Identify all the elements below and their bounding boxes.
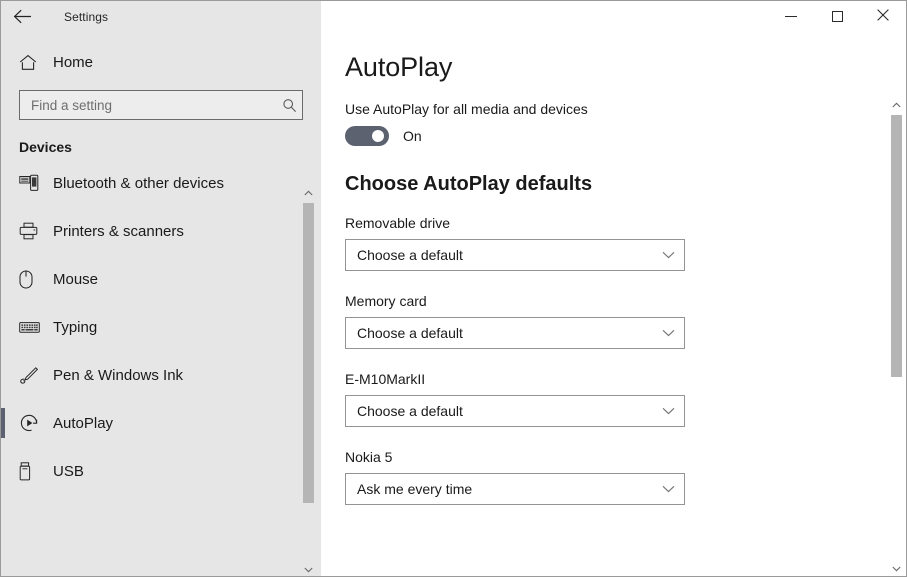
sidebar-item-label: Mouse — [53, 270, 99, 288]
search-input[interactable] — [20, 91, 276, 119]
main-scrollbar[interactable] — [888, 95, 905, 576]
window-title: Settings — [64, 9, 109, 24]
mouse-icon — [19, 269, 41, 289]
title-bar-left: Settings — [1, 1, 321, 32]
sidebar-item-usb[interactable]: USB — [1, 447, 321, 495]
sidebar-item-label: Printers & scanners — [53, 222, 184, 240]
dropdown-value: Choose a default — [357, 325, 463, 341]
chevron-down-icon — [662, 485, 675, 493]
field-label: Memory card — [345, 293, 427, 309]
sidebar-item-label: Bluetooth & other devices — [53, 174, 224, 192]
autoplay-toggle-switch[interactable] — [345, 126, 389, 146]
autoplay-icon — [19, 413, 41, 433]
sidebar-item-pen-windows-ink[interactable]: Pen & Windows Ink — [1, 351, 321, 399]
minimize-button[interactable] — [768, 1, 814, 32]
sidebar-item-label: AutoPlay — [53, 414, 114, 432]
chevron-down-icon — [892, 559, 901, 577]
sidebar-scroll-up-button[interactable] — [300, 183, 317, 200]
sidebar-item-label: USB — [53, 462, 84, 480]
sidebar-item-label: Typing — [53, 318, 98, 336]
bluetooth-devices-icon — [19, 174, 41, 192]
chevron-down-icon — [662, 251, 675, 259]
main-content: AutoPlay Use AutoPlay for all media and … — [321, 32, 906, 576]
chevron-down-icon — [304, 560, 313, 577]
removable-drive-dropdown[interactable]: Choose a default — [345, 239, 685, 271]
sidebar-scroll-down-button[interactable] — [300, 560, 317, 577]
maximize-button[interactable] — [814, 1, 860, 32]
chevron-down-icon — [662, 329, 675, 337]
field-nokia-5: Nokia 5 Ask me every time — [345, 449, 906, 505]
main-scroll-down-button[interactable] — [888, 559, 905, 576]
autoplay-toggle-caption: Use AutoPlay for all media and devices — [345, 101, 588, 117]
defaults-section-title: Choose AutoPlay defaults — [345, 173, 593, 195]
sidebar: Home Devices — [1, 32, 321, 577]
chevron-down-icon — [662, 407, 675, 415]
memory-card-dropdown[interactable]: Choose a default — [345, 317, 685, 349]
search-icon[interactable] — [276, 98, 302, 113]
autoplay-toggle-row: On — [345, 126, 906, 146]
back-button[interactable] — [1, 1, 43, 32]
field-em10markii: E-M10MarkII Choose a default — [345, 371, 906, 427]
field-label: Removable drive — [345, 215, 451, 231]
close-icon — [877, 8, 889, 26]
sidebar-item-home[interactable]: Home — [1, 42, 321, 82]
page-title: AutoPlay — [345, 52, 453, 82]
printer-icon — [19, 222, 41, 240]
em10markii-dropdown[interactable]: Choose a default — [345, 395, 685, 427]
title-bar: Settings — [1, 1, 906, 32]
dropdown-value: Choose a default — [357, 247, 463, 263]
field-memory-card: Memory card Choose a default — [345, 293, 906, 349]
autoplay-toggle-state: On — [403, 128, 422, 144]
close-button[interactable] — [860, 1, 906, 32]
pen-icon — [19, 366, 41, 385]
autoplay-settings-panel: AutoPlay Use AutoPlay for all media and … — [321, 32, 906, 505]
sidebar-item-printers-scanners[interactable]: Printers & scanners — [1, 207, 321, 255]
chevron-up-icon — [304, 183, 313, 201]
sidebar-section-header: Devices — [19, 139, 72, 155]
keyboard-icon — [19, 321, 41, 334]
usb-icon — [19, 461, 41, 481]
sidebar-home-label: Home — [53, 53, 94, 71]
nokia-5-dropdown[interactable]: Ask me every time — [345, 473, 685, 505]
field-label: E-M10MarkII — [345, 371, 426, 387]
main-scroll-up-button[interactable] — [888, 95, 905, 112]
dropdown-value: Choose a default — [357, 403, 463, 419]
chevron-up-icon — [892, 95, 901, 113]
sidebar-scrollbar[interactable] — [300, 183, 317, 577]
minimize-icon — [785, 16, 797, 17]
window-controls — [321, 1, 906, 32]
maximize-icon — [831, 11, 843, 22]
dropdown-value: Ask me every time — [357, 481, 473, 497]
main-scroll-thumb[interactable] — [891, 115, 902, 377]
sidebar-item-mouse[interactable]: Mouse — [1, 255, 321, 303]
search-box[interactable] — [19, 90, 303, 120]
field-removable-drive: Removable drive Choose a default — [345, 215, 906, 271]
back-arrow-icon — [13, 9, 32, 24]
sidebar-item-typing[interactable]: Typing — [1, 303, 321, 351]
sidebar-item-label: Pen & Windows Ink — [53, 366, 184, 384]
field-label: Nokia 5 — [345, 449, 393, 465]
toggle-knob — [372, 130, 384, 142]
sidebar-item-bluetooth-other-devices[interactable]: Bluetooth & other devices — [1, 159, 321, 207]
home-icon — [19, 54, 41, 71]
sidebar-scroll-thumb[interactable] — [303, 203, 314, 503]
sidebar-item-autoplay[interactable]: AutoPlay — [1, 399, 321, 447]
sidebar-nav-list: Bluetooth & other devices Printers & sca… — [1, 159, 321, 495]
settings-window: Settings Home Find a setting Devices Blu… — [0, 0, 907, 577]
